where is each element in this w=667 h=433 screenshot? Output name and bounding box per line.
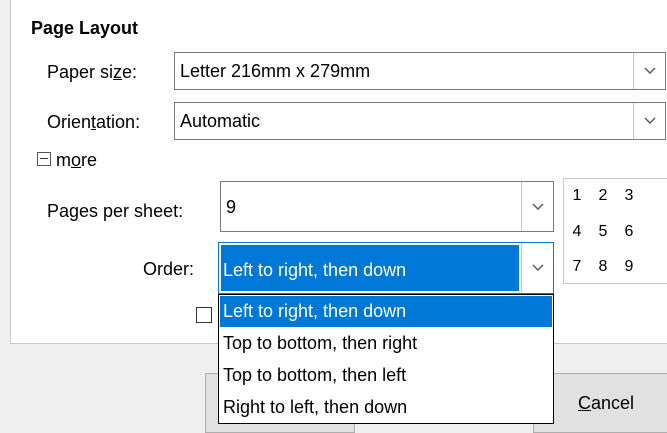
order-option[interactable]: Left to right, then down xyxy=(220,296,552,327)
preview-number: 5 xyxy=(598,223,608,240)
cancel-button-label: Cancel xyxy=(578,393,635,413)
chevron-down-icon[interactable] xyxy=(633,53,665,89)
pages-per-sheet-label: Pages per sheet: xyxy=(47,201,184,221)
paper-size-label: Paper size: xyxy=(47,62,138,82)
paper-size-select[interactable]: Letter 216mm x 279mm xyxy=(174,52,666,90)
orientation-value: Automatic xyxy=(180,111,261,131)
order-select[interactable]: Left to right, then down xyxy=(218,242,554,294)
pages-per-sheet-value: 9 xyxy=(226,197,237,217)
orientation-select[interactable]: Automatic xyxy=(174,102,666,140)
order-option[interactable]: Top to bottom, then left xyxy=(220,360,552,391)
preview-number: 8 xyxy=(598,258,608,275)
pages-preview: 1 2 3 4 5 6 7 8 9 xyxy=(563,178,667,284)
order-option[interactable]: Right to left, then down xyxy=(220,392,552,423)
collapse-minus-icon[interactable] xyxy=(37,152,51,166)
preview-number: 9 xyxy=(624,258,634,275)
preview-number: 2 xyxy=(598,187,608,204)
paper-size-value: Letter 216mm x 279mm xyxy=(180,61,371,81)
order-dropdown-list[interactable]: Left to right, then down Top to bottom, … xyxy=(218,294,554,424)
more-expander[interactable]: more xyxy=(56,151,97,169)
checkbox[interactable] xyxy=(196,307,212,323)
preview-number: 3 xyxy=(624,187,634,204)
chevron-down-icon[interactable] xyxy=(633,103,665,139)
preview-number: 6 xyxy=(624,223,634,240)
chevron-down-icon[interactable] xyxy=(521,182,553,231)
preview-number: 1 xyxy=(572,187,582,204)
preview-number: 4 xyxy=(572,223,582,240)
order-option[interactable]: Top to bottom, then right xyxy=(220,328,552,359)
order-value: Left to right, then down xyxy=(223,260,407,280)
section-title: Page Layout xyxy=(31,18,139,38)
chevron-down-icon[interactable] xyxy=(521,243,553,293)
pages-per-sheet-select[interactable]: 9 xyxy=(220,181,554,232)
orientation-label: Orientation: xyxy=(47,112,141,132)
preview-number: 7 xyxy=(572,258,582,275)
order-label: Order: xyxy=(143,259,195,279)
